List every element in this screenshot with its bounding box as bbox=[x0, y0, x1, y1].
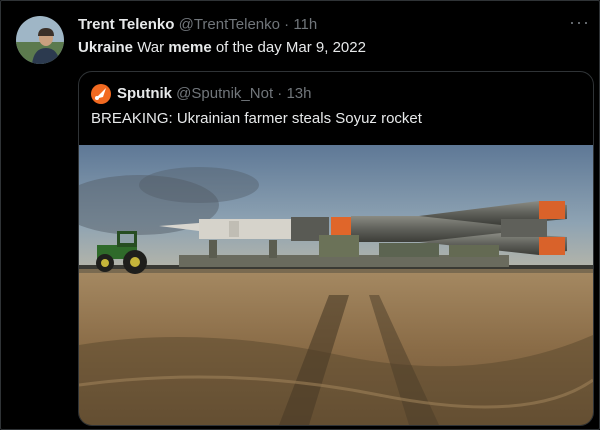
tweet-text-bold-ukraine: Ukraine bbox=[78, 39, 134, 56]
rocket-tractor-photo[interactable] bbox=[79, 145, 593, 425]
quoted-tweet[interactable]: Sputnik @Sputnik_Not · 13h BREAKING: Ukr… bbox=[78, 71, 594, 426]
author-handle[interactable]: @TrentTelenko bbox=[179, 16, 280, 33]
quoted-tweet-timestamp[interactable]: 13h bbox=[286, 85, 311, 102]
separator-dot: · bbox=[284, 16, 290, 33]
quoted-tweet-text: BREAKING: Ukrainian farmer steals Soyuz … bbox=[91, 110, 422, 127]
quoted-author-handle[interactable]: @Sputnik_Not bbox=[176, 85, 273, 102]
author-avatar[interactable] bbox=[16, 16, 64, 64]
quoted-tweet-header: Sputnik @Sputnik_Not · 13h bbox=[117, 85, 312, 102]
tweet-text: Ukraine War meme of the day Mar 9, 2022 bbox=[78, 39, 366, 56]
tweet-timestamp[interactable]: 11h bbox=[293, 16, 317, 33]
author-avatar-image bbox=[16, 16, 64, 64]
quoted-author-avatar[interactable] bbox=[91, 84, 111, 104]
quoted-author-name[interactable]: Sputnik bbox=[117, 85, 172, 102]
author-name[interactable]: Trent Telenko bbox=[78, 16, 174, 33]
tweet-text-bold-meme: meme bbox=[168, 39, 212, 56]
tweet-text-part: War bbox=[133, 39, 169, 56]
tweet-text-part: of the day Mar 9, 2022 bbox=[211, 39, 366, 56]
sputnik-logo-icon bbox=[91, 84, 111, 104]
more-options-icon[interactable]: ··· bbox=[569, 12, 590, 33]
tweet-header: Trent Telenko @TrentTelenko · 11h bbox=[78, 16, 317, 33]
separator-dot: · bbox=[277, 85, 283, 102]
